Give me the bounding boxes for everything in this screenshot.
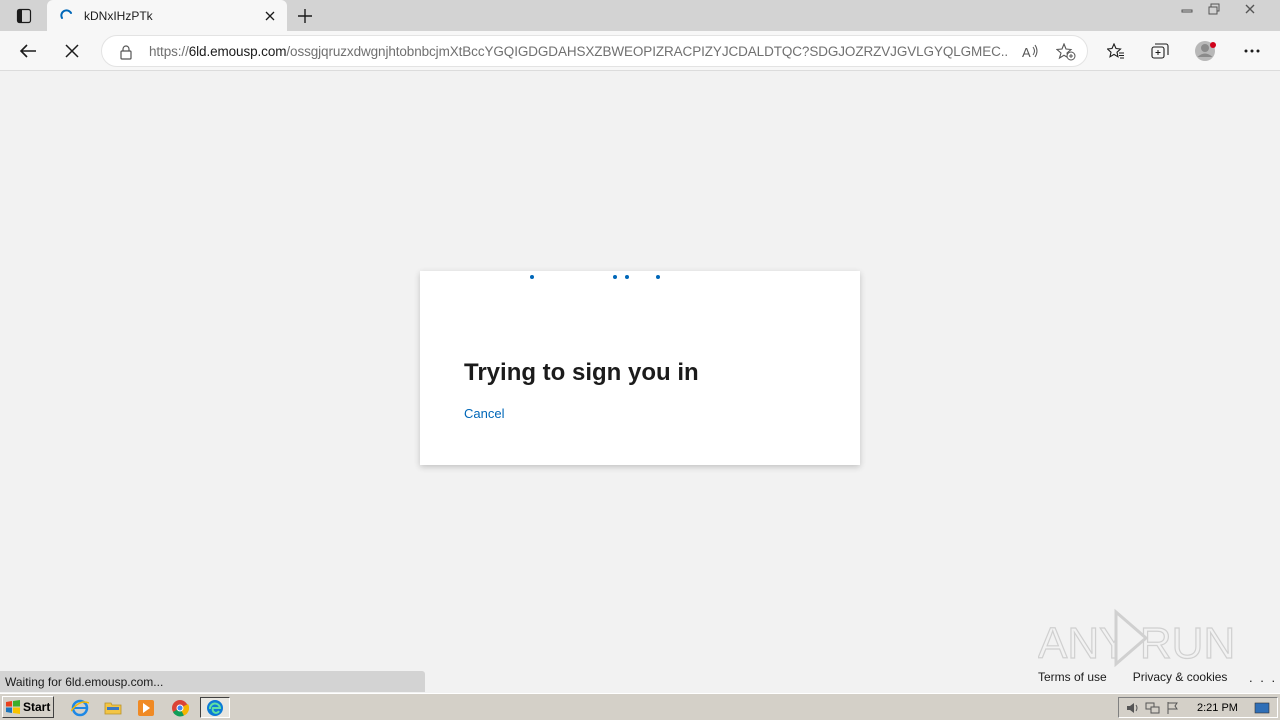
anyrun-watermark: ANY RUN bbox=[1037, 606, 1236, 670]
window-controls bbox=[1173, 0, 1272, 17]
minimize-icon[interactable] bbox=[1174, 0, 1200, 17]
progress-dot bbox=[613, 275, 617, 279]
add-favorite-icon[interactable] bbox=[1054, 41, 1078, 63]
edge-icon[interactable] bbox=[200, 697, 230, 718]
url-text[interactable]: https://6ld.emousp.com/ossgjqruzxdwgnjht… bbox=[149, 44, 1009, 59]
network-icon[interactable] bbox=[1143, 699, 1163, 717]
svg-text:A: A bbox=[1022, 45, 1031, 60]
footer-links: Terms of use Privacy & cookies bbox=[1038, 670, 1253, 684]
tab-strip: kDNxIHzPTk bbox=[0, 0, 1280, 31]
progress-dot bbox=[530, 275, 534, 279]
start-label: Start bbox=[23, 700, 51, 714]
stop-loading-icon[interactable] bbox=[56, 35, 88, 67]
page-title: Trying to sign you in bbox=[464, 359, 699, 386]
url-scheme: https:// bbox=[149, 44, 189, 59]
cancel-link[interactable]: Cancel bbox=[464, 406, 504, 421]
start-button[interactable]: Start bbox=[2, 696, 54, 718]
terms-link[interactable]: Terms of use bbox=[1038, 670, 1107, 684]
taskbar: Start 2:21 PM bbox=[0, 693, 1280, 720]
more-options-icon[interactable] bbox=[1236, 35, 1268, 67]
loading-spinner-icon bbox=[59, 8, 75, 24]
action-center-flag-icon[interactable] bbox=[1163, 699, 1183, 717]
url-host: 6ld.emousp.com bbox=[188, 44, 287, 59]
show-desktop-icon[interactable] bbox=[1252, 699, 1272, 717]
progress-dot bbox=[625, 275, 629, 279]
collections-icon[interactable] bbox=[1144, 35, 1176, 67]
progress-dot bbox=[656, 275, 660, 279]
browser-toolbar: https://6ld.emousp.com/ossgjqruzxdwgnjht… bbox=[0, 31, 1280, 71]
volume-icon[interactable] bbox=[1123, 699, 1143, 717]
address-bar[interactable]: https://6ld.emousp.com/ossgjqruzxdwgnjht… bbox=[101, 35, 1088, 67]
chrome-icon[interactable] bbox=[168, 697, 192, 718]
status-bar: Waiting for 6ld.emousp.com... bbox=[0, 671, 425, 692]
footer-more-button[interactable]: . . . bbox=[1249, 670, 1277, 685]
profile-avatar[interactable] bbox=[1190, 35, 1222, 67]
clock[interactable]: 2:21 PM bbox=[1197, 702, 1238, 714]
media-player-icon[interactable] bbox=[134, 697, 158, 718]
back-icon[interactable] bbox=[12, 35, 44, 67]
sign-in-card: Trying to sign you in Cancel bbox=[420, 271, 860, 465]
active-tab[interactable]: kDNxIHzPTk bbox=[47, 0, 287, 31]
new-tab-icon[interactable] bbox=[292, 4, 318, 28]
privacy-link[interactable]: Privacy & cookies bbox=[1133, 670, 1228, 684]
tab-title: kDNxIHzPTk bbox=[84, 8, 153, 23]
favorites-icon[interactable] bbox=[1100, 35, 1132, 67]
url-path: /ossgjqruzxdwgnjhtobnbcjmXtBccYGQIGDGDAH… bbox=[286, 44, 1009, 59]
folder-icon[interactable] bbox=[101, 697, 125, 718]
progress-dots bbox=[420, 270, 860, 284]
windows-logo-icon bbox=[6, 700, 20, 714]
restore-icon[interactable] bbox=[1201, 0, 1227, 17]
system-tray: 2:21 PM bbox=[1118, 697, 1278, 718]
tab-actions-icon[interactable] bbox=[10, 5, 38, 27]
tab-close-icon[interactable] bbox=[257, 5, 283, 27]
read-aloud-icon[interactable]: A bbox=[1019, 41, 1043, 63]
close-window-icon[interactable] bbox=[1228, 0, 1272, 17]
internet-explorer-icon[interactable] bbox=[68, 697, 92, 718]
lock-icon[interactable] bbox=[118, 44, 134, 60]
